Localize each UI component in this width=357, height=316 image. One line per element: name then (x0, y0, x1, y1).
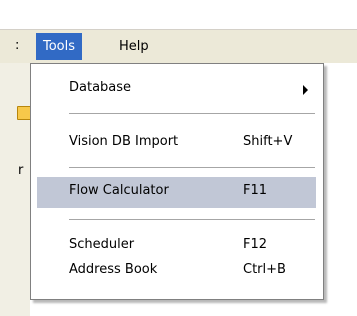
menu-item-label: Flow Calculator (69, 183, 169, 198)
menu-item-label: Scheduler (69, 237, 135, 252)
menu-item-label: Vision DB Import (69, 134, 179, 149)
menu-separator (69, 113, 315, 115)
tools-dropdown-menu: Database Vision DB Import Shift+V Flow C… (30, 63, 324, 300)
menu-separator (69, 219, 315, 221)
menu-item-shortcut: Shift+V (243, 134, 293, 149)
menu-item-label: Address Book (69, 262, 158, 277)
menu-item-address-book[interactable]: Address Book Ctrl+B (37, 256, 316, 287)
toolbar-strip: r (0, 63, 32, 316)
menubar: : Tools Help (0, 30, 357, 63)
menu-tools[interactable]: Tools (36, 33, 83, 60)
strip-letter: r (18, 163, 24, 178)
menu-item-vision-db-import[interactable]: Vision DB Import Shift+V (37, 128, 316, 159)
menu-item-flow-calculator[interactable]: Flow Calculator F11 (37, 177, 316, 208)
menu-item-shortcut: F12 (243, 237, 268, 252)
window-frame-top (0, 0, 357, 30)
menu-help[interactable]: Help (112, 33, 156, 60)
menubar-fragment: : (15, 38, 20, 53)
submenu-arrow-icon (303, 85, 308, 95)
menu-item-label: Database (69, 80, 132, 95)
menu-separator (69, 167, 315, 169)
menu-item-database[interactable]: Database (37, 74, 316, 105)
menu-item-shortcut: Ctrl+B (243, 262, 286, 277)
menu-item-shortcut: F11 (243, 183, 268, 198)
